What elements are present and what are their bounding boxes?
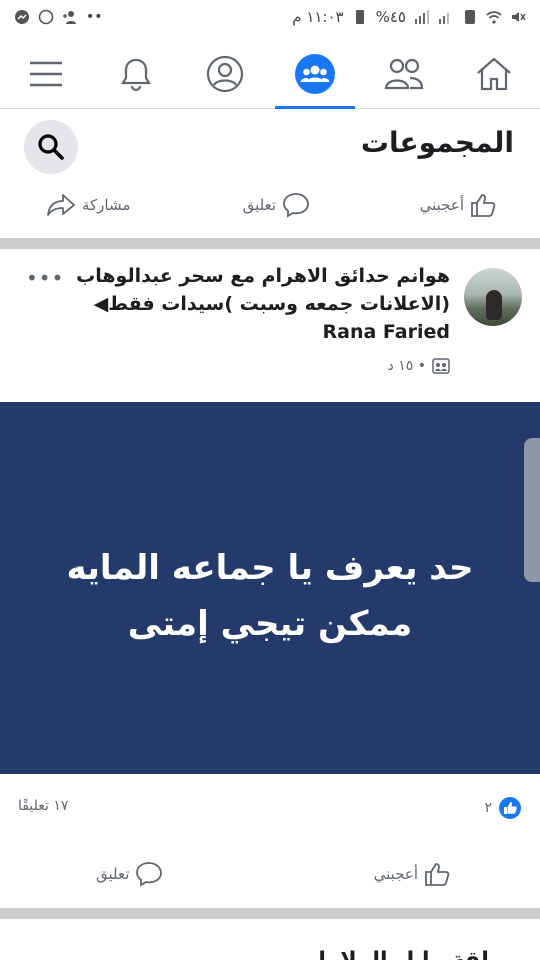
like-count-value: ٢ [484,800,492,816]
home-button[interactable] [466,48,522,100]
more-options-button[interactable]: ••• [26,266,64,290]
battery-label: %٤٥ [375,8,406,26]
post-title[interactable]: هوانم حدائق الاهرام مع سحر عبدالوهاب (ال… [70,262,450,346]
author-name[interactable]: Rana Faried [323,321,450,343]
friends-icon [384,58,424,90]
groups-header: المجموعات [0,110,540,180]
banner-text: حد يعرف يا جماعه المايه ممكن تيجي إمتى [0,540,540,652]
signal-icon [415,10,429,24]
add-friend-icon [63,11,76,24]
search-button[interactable] [24,120,78,174]
group-audience-icon [432,358,450,374]
group-name[interactable]: هوانم حدائق الاهرام مع سحر عبدالوهاب (ال… [76,265,450,315]
thumbs-up-icon [471,194,496,217]
banner-line-2: ممكن تيجي إمتى [127,604,413,644]
search-icon [38,134,64,160]
like-reaction-icon [499,797,521,819]
next-post-title[interactable]: ...لقة ما ل الملاما [318,948,514,960]
profile-icon [206,55,244,93]
post-comment-button[interactable]: تعليق [96,861,163,887]
time-label: ١١:٠٣ م [292,8,344,26]
bell-icon [121,58,151,92]
whatsapp-icon [38,9,54,25]
post-separator-2 [0,908,540,919]
wifi-icon [486,11,502,24]
post-like-button[interactable]: أعجبني [374,861,450,887]
groups-icon [295,54,335,94]
thumbs-up-icon [425,863,450,886]
friends-button[interactable] [376,48,432,100]
mute-icon [512,12,526,22]
top-nav [0,38,540,109]
share-icon [47,194,75,216]
post-counts: ٢ ١٧ تعليقًا [0,786,540,826]
post-header: هوانم حدائق الاهرام مع سحر عبدالوهاب (ال… [0,250,540,390]
menu-button[interactable] [18,48,74,100]
share-label: مشاركة [82,196,131,214]
comment-icon [283,193,309,218]
post-separator [0,238,540,249]
status-bar: ١١:٠٣ م %٤٥ •• [0,0,540,38]
battery-icon [355,10,364,24]
menu-icon [30,61,62,87]
signal-icon-2 [439,13,449,24]
post-comment-label: تعليق [96,865,130,883]
share-button[interactable]: مشاركة [46,192,130,218]
profile-button[interactable] [197,48,253,100]
scroll-handle[interactable] [524,438,540,582]
banner-line-1: حد يعرف يا جماعه المايه [66,548,474,588]
post-banner[interactable]: حد يعرف يا جماعه المايه ممكن تيجي إمتى [0,402,540,774]
notifications-button[interactable] [108,48,164,100]
like-button[interactable]: أعجبني [420,192,496,218]
messenger-icon [15,10,29,24]
post-like-label: أعجبني [373,865,418,883]
comment-count[interactable]: ١٧ تعليقًا [18,798,68,814]
next-post: ...لقة ما ل الملاما [0,930,540,960]
like-label: أعجبني [419,196,464,214]
like-count[interactable]: ٢ [484,796,522,820]
avatar[interactable] [464,268,522,326]
home-icon [477,57,511,91]
comment-icon [136,862,163,887]
post-actions: أعجبني تعليق [0,853,540,897]
comment-button[interactable]: تعليق [243,192,310,218]
groups-tab[interactable] [287,48,343,100]
previous-post-actions: أعجبني تعليق مشاركة [0,184,540,228]
post-time: ١٥ د • [387,358,426,374]
page-title: المجموعات [360,126,514,159]
post-meta: ١٥ د • [388,358,450,374]
active-tab-indicator [275,106,355,109]
comment-label: تعليق [242,196,276,214]
more-notifications-icon: •• [86,9,103,25]
sim-icon [465,10,475,24]
